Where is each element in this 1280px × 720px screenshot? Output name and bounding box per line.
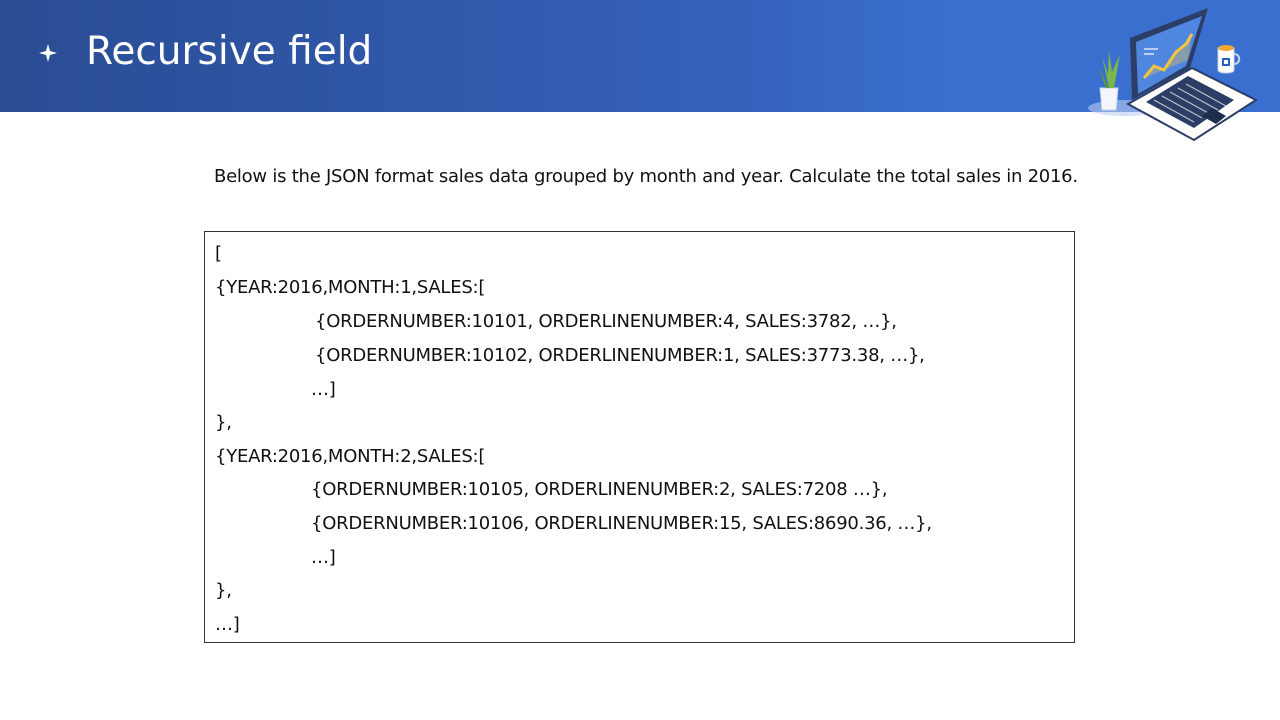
code-line: {YEAR:2016,MONTH:1,SALES:[ <box>215 277 486 298</box>
slide-title: Recursive field <box>86 29 373 74</box>
laptop-chart-illustration <box>1088 8 1259 142</box>
task-prompt: Below is the JSON format sales data grou… <box>214 166 1078 187</box>
code-line: …] <box>311 379 336 400</box>
sparkle-star-icon <box>39 44 57 62</box>
code-line: {ORDERNUMBER:10105, ORDERLINENUMBER:2, S… <box>311 479 888 500</box>
json-code-box: [ {YEAR:2016,MONTH:1,SALES:[ {ORDERNUMBE… <box>204 231 1075 643</box>
slide: Recursive field Below is the JSON format… <box>0 0 1280 720</box>
code-line: [ <box>215 243 222 264</box>
code-line: {ORDERNUMBER:10101, ORDERLINENUMBER:4, S… <box>315 311 897 332</box>
code-line: {ORDERNUMBER:10102, ORDERLINENUMBER:1, S… <box>315 345 925 366</box>
code-line: {ORDERNUMBER:10106, ORDERLINENUMBER:15, … <box>311 513 932 534</box>
code-line: …] <box>311 547 336 568</box>
code-line: …] <box>215 614 240 635</box>
code-line: {YEAR:2016,MONTH:2,SALES:[ <box>215 446 486 467</box>
code-line: }, <box>215 580 232 601</box>
code-line: }, <box>215 412 232 433</box>
